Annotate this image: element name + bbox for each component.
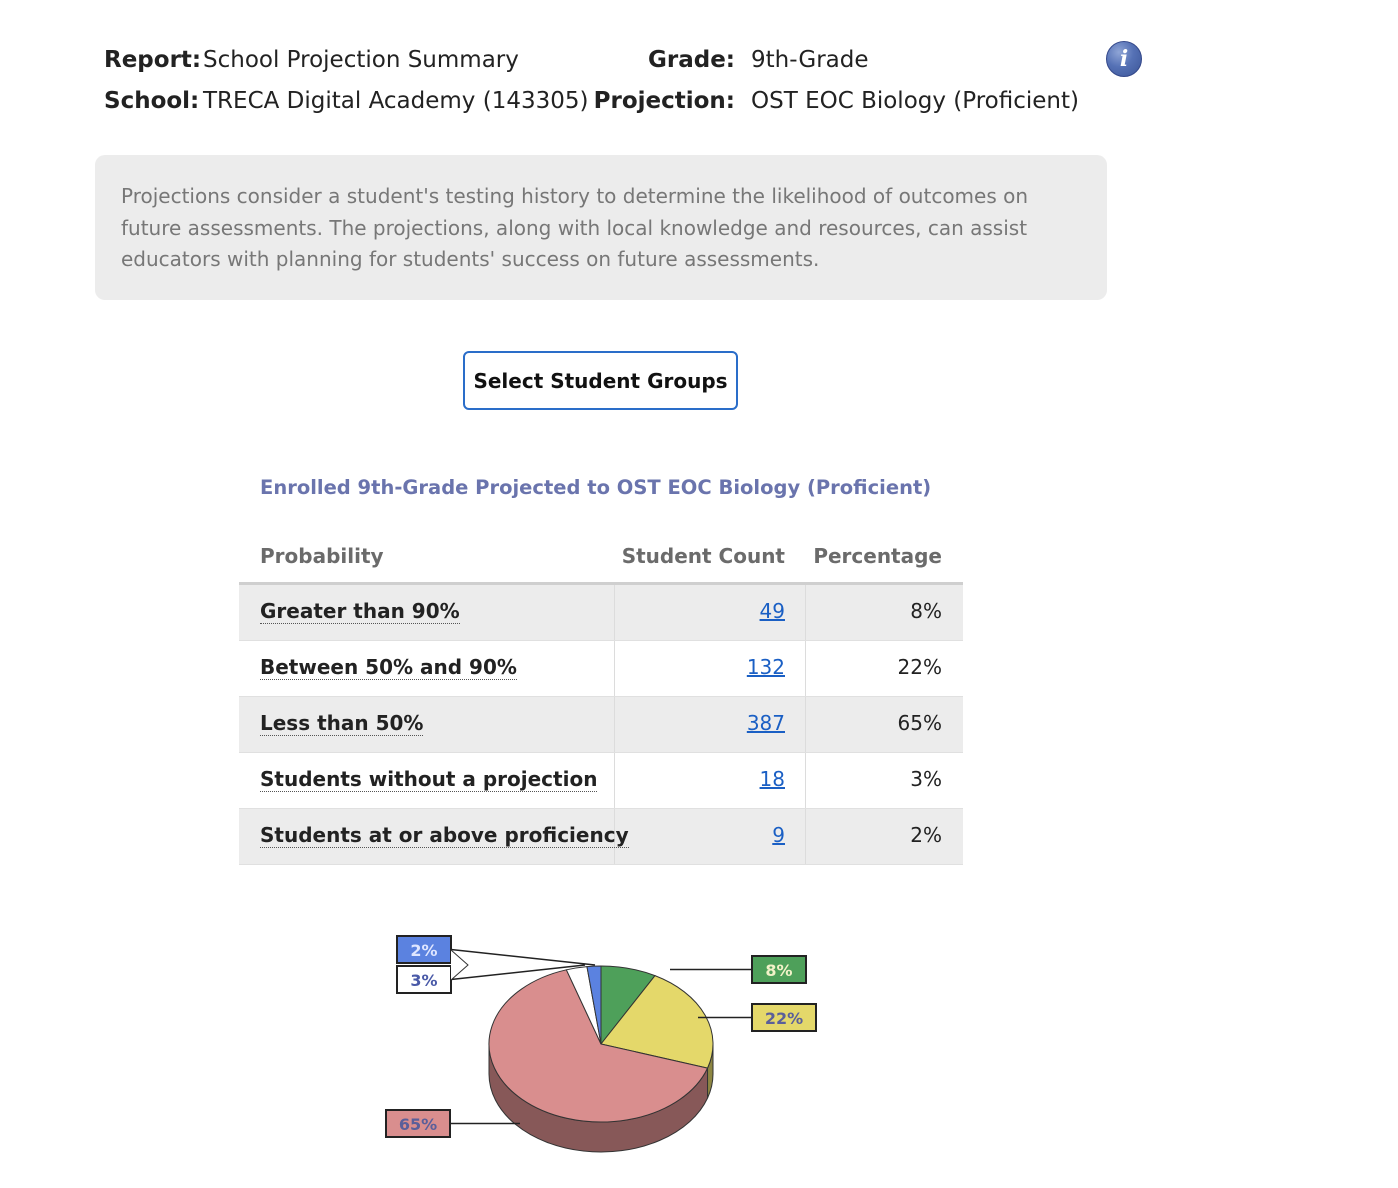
info-icon[interactable]: i — [1106, 41, 1142, 77]
student-count-link[interactable]: 9 — [772, 823, 785, 847]
student-count-link[interactable]: 49 — [760, 599, 785, 623]
student-count-link[interactable]: 132 — [747, 655, 785, 679]
report-value: School Projection Summary — [203, 47, 519, 73]
table-row: Between 50% and 90% 132 22% — [239, 641, 963, 697]
grade-value: 9th-Grade — [751, 47, 869, 73]
table-row: Students without a projection 18 3% — [239, 753, 963, 809]
select-student-groups-button[interactable]: Select Student Groups — [463, 351, 738, 410]
probability-cell: Between 50% and 90% — [260, 655, 517, 680]
probability-cell: Students without a projection — [260, 767, 598, 792]
percentage-cell: 8% — [910, 599, 942, 623]
table-title: Enrolled 9th-Grade Projected to OST EOC … — [260, 476, 932, 499]
table-header-row: Probability Student Count Percentage — [239, 530, 963, 585]
pie-label-1: 22% — [765, 1009, 803, 1028]
percentage-cell: 3% — [910, 767, 942, 791]
info-icon-glyph: i — [1119, 46, 1129, 72]
probability-cell: Less than 50% — [260, 711, 424, 736]
header-student-count: Student Count — [621, 544, 785, 568]
probability-cell: Students at or above proficiency — [260, 823, 629, 848]
pie-top — [488, 965, 714, 1123]
header-probability: Probability — [260, 544, 384, 568]
pie-label-4: 2% — [410, 941, 437, 960]
student-count-link[interactable]: 18 — [760, 767, 785, 791]
projection-value: OST EOC Biology (Proficient) — [751, 88, 1079, 114]
table-row: Less than 50% 387 65% — [239, 697, 963, 753]
pie-label-2: 65% — [399, 1115, 437, 1134]
school-value: TRECA Digital Academy (143305) — [203, 88, 589, 114]
probability-cell: Greater than 90% — [260, 599, 460, 624]
table-row: Greater than 90% 49 8% — [239, 585, 963, 641]
pie-label-3: 3% — [410, 971, 437, 990]
header-percentage: Percentage — [813, 544, 942, 568]
student-count-link[interactable]: 387 — [747, 711, 785, 735]
pie-callout-arrow — [450, 949, 469, 981]
pie-leader-line-4 — [450, 948, 596, 966]
pie-label-0: 8% — [765, 961, 792, 980]
percentage-cell: 22% — [897, 655, 942, 679]
school-label: School: — [104, 88, 200, 114]
grade-label: Grade: — [647, 47, 735, 73]
report-label: Report: — [104, 47, 202, 73]
projection-table: Probability Student Count Percentage Gre… — [239, 530, 963, 865]
percentage-cell: 65% — [897, 711, 942, 735]
description-box: Projections consider a student's testing… — [95, 155, 1107, 300]
percentage-cell: 2% — [910, 823, 942, 847]
projection-pie-chart: 8% 22% 65% 3% 2% — [385, 935, 817, 1153]
table-row: Students at or above proficiency 9 2% — [239, 809, 963, 865]
projection-label: Projection: — [593, 88, 735, 114]
